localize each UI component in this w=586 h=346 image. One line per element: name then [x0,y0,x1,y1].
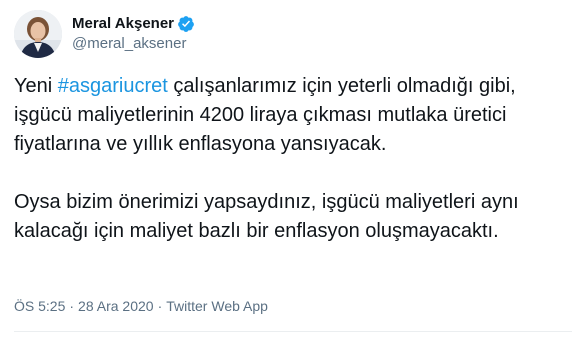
display-name[interactable]: Meral Akşener [72,14,174,34]
hashtag-link[interactable]: #asgariucret [58,75,168,97]
meta-separator: · [157,298,163,314]
tweet-time[interactable]: ÖS 5:25 [14,298,65,314]
tweet-paragraph-2: Oysa bizim önerimizi yapsaydınız, işgücü… [14,191,519,242]
divider [14,331,572,332]
tweet-text-prefix: Yeni [14,75,58,97]
tweet-source[interactable]: Twitter Web App [166,298,268,314]
tweet-header: Meral Akşener @meral_aksener [14,10,195,58]
user-handle[interactable]: @meral_aksener [72,34,195,54]
profile-avatar-icon [14,10,62,58]
verified-badge-icon [178,16,194,32]
meta-separator: · [69,298,75,314]
tweet-card: Meral Akşener @meral_aksener Yeni #asgar… [0,0,586,346]
user-names: Meral Akşener @meral_aksener [72,14,195,54]
name-row: Meral Akşener [72,14,195,34]
tweet-text: Yeni #asgariucret çalışanlarımız için ye… [14,72,574,246]
avatar[interactable] [14,10,62,58]
tweet-paragraph-1: Yeni #asgariucret çalışanlarımız için ye… [14,72,574,159]
tweet-date[interactable]: 28 Ara 2020 [78,298,154,314]
tweet-meta: ÖS 5:25 · 28 Ara 2020 · Twitter Web App [14,296,268,316]
